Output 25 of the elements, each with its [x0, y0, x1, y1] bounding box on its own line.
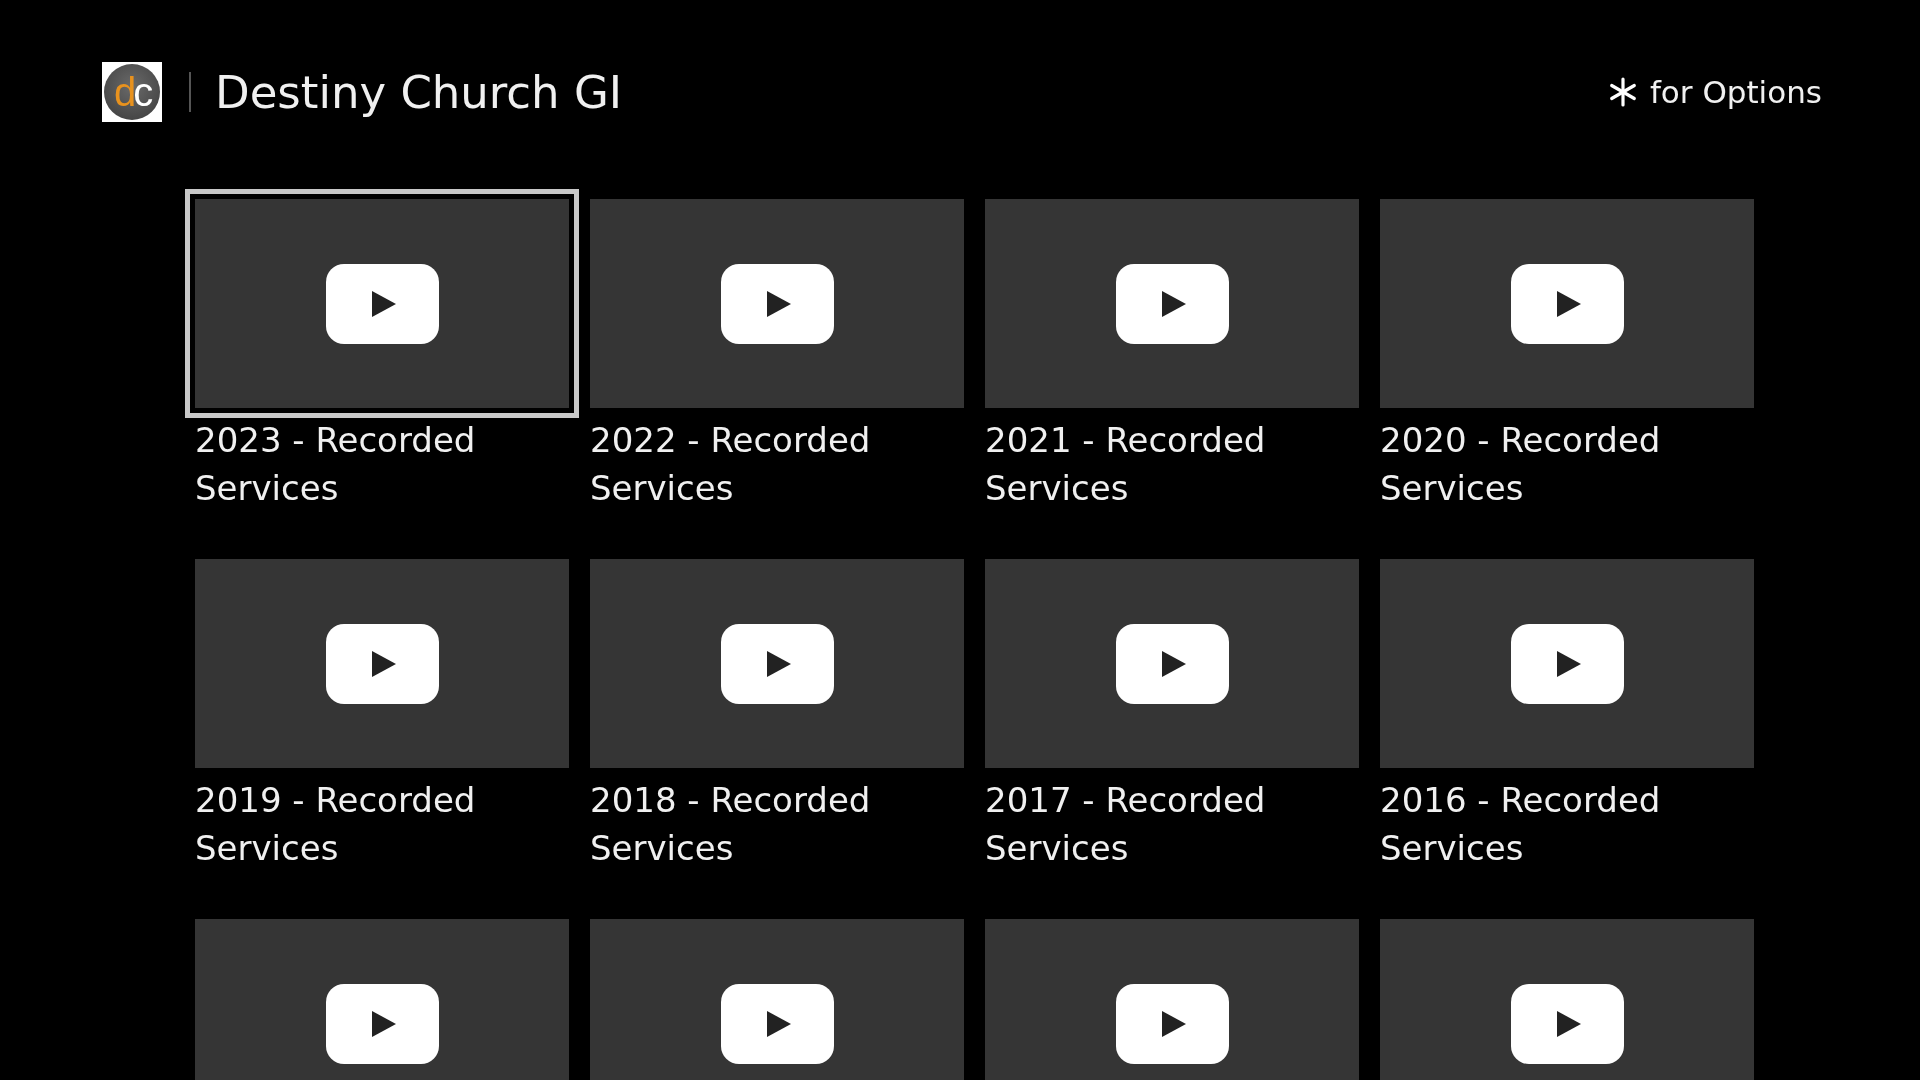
options-hint: for Options: [1649, 74, 1822, 110]
video-title: 2016 - Recorded Services: [1380, 779, 1662, 870]
play-icon: [1115, 263, 1229, 344]
channel-title: Destiny Church GI: [215, 65, 623, 119]
video-title: 2021 - Recorded Services: [985, 419, 1267, 510]
play-icon: [1115, 983, 1229, 1064]
play-icon: [720, 263, 834, 344]
play-icon: [1510, 623, 1624, 704]
play-icon: [325, 263, 439, 344]
video-tile[interactable]: [185, 189, 579, 418]
play-icon: [1115, 623, 1229, 704]
video-title: 2017 - Recorded Services: [985, 779, 1267, 870]
video-title: 2019 - Recorded Services: [195, 779, 477, 870]
asterisk-icon: [1607, 77, 1638, 107]
video-title: 2023 - Recorded Services: [195, 419, 477, 510]
play-icon: [325, 983, 439, 1064]
play-icon: [325, 623, 439, 704]
video-title: 2020 - Recorded Services: [1380, 419, 1662, 510]
video-title: 2018 - Recorded Services: [590, 779, 872, 870]
play-icon: [720, 983, 834, 1064]
video-title: 2022 - Recorded Services: [590, 419, 872, 510]
logo: dc: [102, 62, 162, 122]
play-icon: [1510, 983, 1624, 1064]
play-icon: [720, 623, 834, 704]
play-icon: [1510, 263, 1624, 344]
